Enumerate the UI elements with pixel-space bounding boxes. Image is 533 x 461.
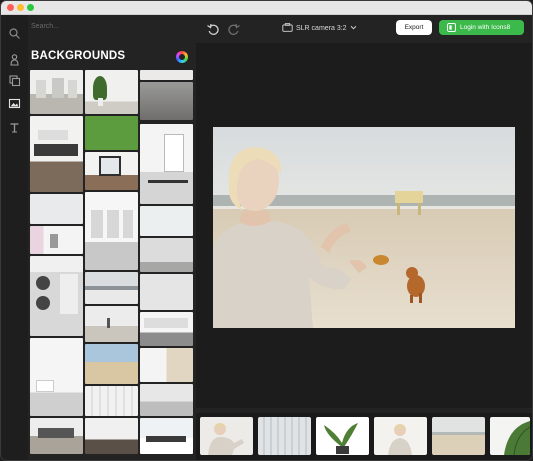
- minimize-window-button[interactable]: [17, 4, 24, 11]
- top-toolbar: SLR camera 3:2 Export Login with Icons8: [196, 15, 532, 43]
- background-thumbnail-grid: [30, 70, 194, 460]
- chevron-down-icon: [350, 25, 356, 30]
- zoom-window-button[interactable]: [27, 4, 34, 11]
- film-palm-plant[interactable]: [316, 417, 369, 455]
- thumb-city-skyline[interactable]: [85, 272, 138, 304]
- thumb-white-marble-wall[interactable]: [140, 206, 193, 236]
- login-button-label: Login with Icons8: [460, 24, 511, 31]
- thumb-laundry-room[interactable]: [30, 256, 83, 336]
- export-button[interactable]: Export: [396, 20, 432, 35]
- thumb-white-radiator[interactable]: [85, 418, 138, 454]
- layers-icon[interactable]: [8, 74, 21, 87]
- layer-filmstrip: [196, 413, 532, 460]
- icons8-logo-icon: [447, 23, 456, 32]
- beach-woman-dog-photo[interactable]: [213, 127, 515, 328]
- film-woman-portrait[interactable]: [374, 417, 427, 455]
- close-window-button[interactable]: [7, 4, 14, 11]
- thumb-green-grass[interactable]: [85, 116, 138, 150]
- thumb-white-bathroom[interactable]: [30, 338, 83, 416]
- search-icon[interactable]: [8, 27, 21, 40]
- section-title: BACKGROUNDS: [31, 50, 126, 62]
- text-icon[interactable]: [8, 121, 21, 134]
- thumb-bedroom-window[interactable]: [85, 152, 138, 190]
- login-button[interactable]: Login with Icons8: [439, 20, 524, 35]
- app-window: Search... BACKGROUNDS SLR camera 3:2 Exp…: [0, 0, 533, 461]
- thumb-beach-sand[interactable]: [85, 344, 138, 384]
- thumb-empty-white-room[interactable]: [85, 192, 138, 270]
- thumb-blue-sky-snow[interactable]: [140, 418, 193, 454]
- film-beach-sand[interactable]: [432, 417, 485, 455]
- redo-icon[interactable]: [227, 22, 241, 36]
- search-field[interactable]: Search...: [28, 15, 196, 41]
- camera-icon: [282, 23, 293, 32]
- tool-rail: [1, 15, 28, 460]
- search-placeholder: Search...: [31, 23, 60, 30]
- thumb-concrete-wall[interactable]: [140, 82, 193, 120]
- person-icon[interactable]: [8, 53, 21, 66]
- backgrounds-panel: Search... BACKGROUNDS: [28, 15, 196, 460]
- title-bar: [1, 1, 532, 15]
- undo-icon[interactable]: [206, 22, 220, 36]
- film-palm-leaf[interactable]: [490, 417, 530, 455]
- thumb-white-shelves[interactable]: [140, 312, 193, 346]
- image-icon[interactable]: [8, 97, 21, 110]
- camera-label: SLR camera 3:2: [296, 25, 347, 32]
- thumb-plant-room[interactable]: [85, 70, 138, 114]
- thumb-white-room-chairs[interactable]: [30, 116, 83, 192]
- thumb-grey-room[interactable]: [140, 70, 193, 80]
- thumb-white-walls[interactable]: [140, 274, 193, 310]
- thumb-desert-field[interactable]: [85, 306, 138, 342]
- film-woman-pointing[interactable]: [200, 417, 253, 455]
- thumb-white-cabinet-room[interactable]: [30, 418, 83, 454]
- color-wheel-icon[interactable]: [176, 51, 188, 63]
- thumb-grey-floor-room[interactable]: [140, 384, 193, 416]
- thumb-white-interior[interactable]: [30, 194, 83, 224]
- thumb-pink-tiled-room[interactable]: [30, 226, 83, 254]
- camera-selector[interactable]: SLR camera 3:2: [282, 23, 360, 32]
- thumb-concrete-empty[interactable]: [140, 238, 193, 272]
- film-blinds-wall[interactable]: [258, 417, 311, 455]
- thumb-blinds-room[interactable]: [85, 386, 138, 416]
- thumb-white-room-shelf[interactable]: [140, 348, 193, 382]
- thumb-white-room-corridor[interactable]: [30, 70, 83, 114]
- thumb-white-kitchen[interactable]: [140, 124, 193, 204]
- editor-canvas: [196, 43, 532, 408]
